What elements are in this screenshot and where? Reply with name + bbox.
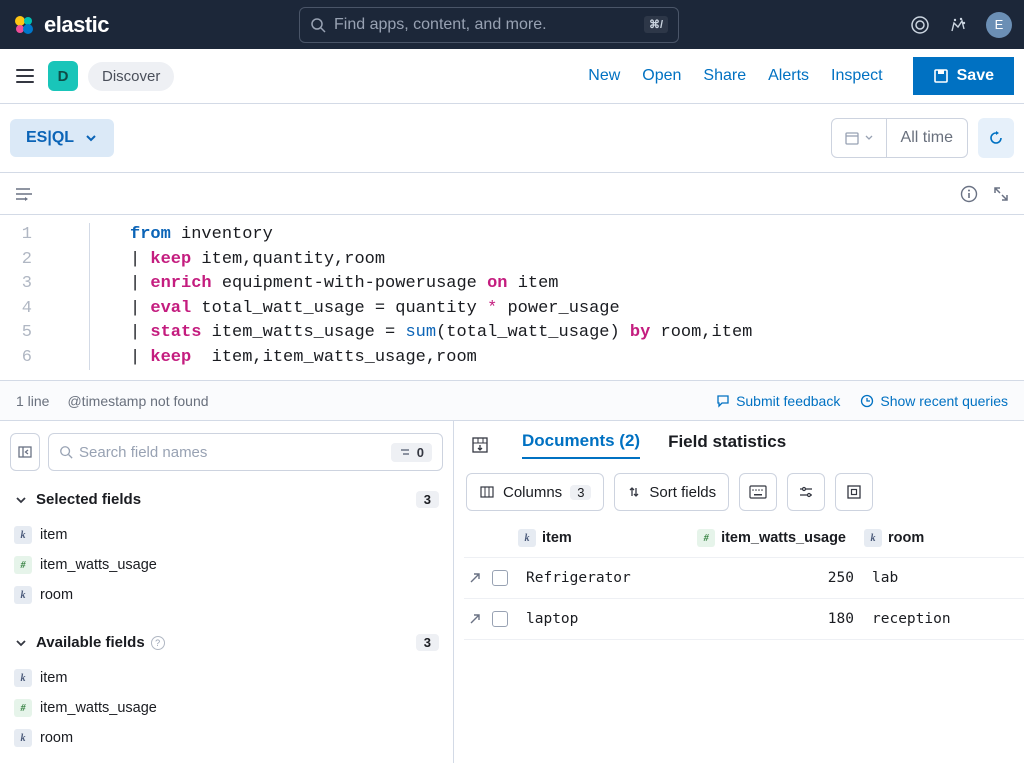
- fields-search-input[interactable]: Search field names 0: [48, 433, 443, 471]
- results-panel: Documents (2) Field statistics Columns 3…: [454, 421, 1024, 763]
- field-item[interactable]: kroom: [10, 580, 443, 610]
- refresh-button[interactable]: [978, 118, 1014, 158]
- row-checkbox[interactable]: [492, 570, 508, 586]
- documents-tab[interactable]: Documents (2): [522, 431, 640, 459]
- expand-row-icon[interactable]: [468, 571, 482, 585]
- query-editor[interactable]: 123456 from inventory | keep item,quanti…: [0, 215, 1024, 381]
- line-gutter: 123456: [0, 223, 40, 370]
- submit-feedback-link[interactable]: Submit feedback: [716, 393, 840, 409]
- available-fields-header[interactable]: Available fields ? 3: [10, 628, 443, 657]
- breadcrumb[interactable]: Discover: [88, 62, 174, 91]
- language-switcher[interactable]: ES|QL: [10, 119, 114, 157]
- table-header: kitem #item_watts_usage kroom: [464, 523, 1024, 558]
- fullscreen-icon: [846, 484, 862, 500]
- refresh-icon: [988, 130, 1004, 146]
- field-item[interactable]: kitem: [10, 520, 443, 550]
- save-label: Save: [957, 67, 994, 85]
- sort-icon: [627, 485, 641, 499]
- help-icon[interactable]: ?: [151, 636, 165, 650]
- panel-collapse-icon: [17, 444, 33, 460]
- timestamp-status: @timestamp not found: [67, 393, 208, 409]
- search-icon: [310, 17, 326, 33]
- open-button[interactable]: Open: [642, 67, 681, 85]
- collapse-icon[interactable]: [992, 185, 1010, 203]
- language-label: ES|QL: [26, 129, 74, 147]
- app-badge[interactable]: D: [48, 61, 78, 91]
- chevron-down-icon: [14, 636, 28, 650]
- brand-logo[interactable]: elastic: [12, 12, 109, 38]
- display-options-button[interactable]: [787, 473, 825, 511]
- field-item[interactable]: kitem: [10, 663, 443, 693]
- download-csv-button[interactable]: [466, 431, 494, 459]
- chevron-down-icon: [864, 133, 874, 143]
- info-icon[interactable]: [960, 185, 978, 203]
- chevron-down-icon: [14, 493, 28, 507]
- available-count-badge: 3: [416, 634, 439, 651]
- alerts-button[interactable]: Alerts: [768, 67, 809, 85]
- chevron-down-icon: [84, 131, 98, 145]
- table-row[interactable]: laptop 180 reception: [464, 599, 1024, 640]
- toolbar-actions: New Open Share Alerts Inspect Save: [588, 57, 1014, 95]
- inspect-button[interactable]: Inspect: [831, 67, 883, 85]
- search-icon: [59, 445, 73, 459]
- comment-icon: [716, 394, 730, 408]
- search-placeholder: Find apps, content, and more.: [334, 16, 644, 34]
- field-statistics-tab[interactable]: Field statistics: [668, 432, 786, 458]
- density-button[interactable]: [739, 473, 777, 511]
- save-button[interactable]: Save: [913, 57, 1014, 95]
- code-content: from inventory | keep item,quantity,room…: [130, 223, 752, 370]
- calendar-icon: [844, 130, 860, 146]
- history-icon: [860, 394, 874, 408]
- time-label: All time: [887, 129, 967, 147]
- collapse-sidebar-button[interactable]: [10, 433, 40, 471]
- help-icon[interactable]: [910, 15, 930, 35]
- new-button[interactable]: New: [588, 67, 620, 85]
- expand-row-icon[interactable]: [468, 612, 482, 626]
- recent-queries-link[interactable]: Show recent queries: [860, 393, 1008, 409]
- field-item[interactable]: #item_watts_usage: [10, 550, 443, 580]
- field-item[interactable]: kroom: [10, 723, 443, 753]
- search-shortcut-badge: ⌘/: [644, 16, 668, 33]
- share-button[interactable]: Share: [703, 67, 746, 85]
- time-picker[interactable]: All time: [831, 118, 968, 158]
- user-avatar[interactable]: E: [986, 12, 1012, 38]
- query-bar: ES|QL All time: [0, 104, 1024, 173]
- newsfeed-icon[interactable]: [948, 15, 968, 35]
- nav-toggle-button[interactable]: [16, 69, 34, 83]
- download-grid-icon: [470, 435, 490, 455]
- global-search-input[interactable]: Find apps, content, and more. ⌘/: [299, 7, 679, 43]
- line-count: 1 line: [16, 393, 49, 409]
- columns-button[interactable]: Columns 3: [466, 473, 604, 511]
- elastic-logo-icon: [12, 13, 36, 37]
- keyboard-icon: [749, 485, 767, 499]
- sliders-icon: [798, 484, 814, 500]
- brand-name: elastic: [44, 12, 109, 38]
- table-row[interactable]: Refrigerator 250 lab: [464, 558, 1024, 599]
- app-toolbar: D Discover New Open Share Alerts Inspect…: [0, 49, 1024, 104]
- header-right-icons: E: [910, 12, 1012, 38]
- selected-count-badge: 3: [416, 491, 439, 508]
- selected-fields-header[interactable]: Selected fields 3: [10, 485, 443, 514]
- filter-icon: [399, 446, 411, 458]
- save-icon: [933, 68, 949, 84]
- columns-icon: [479, 484, 495, 500]
- wrap-lines-icon[interactable]: [14, 185, 34, 203]
- global-header: elastic Find apps, content, and more. ⌘/…: [0, 0, 1024, 49]
- fullscreen-button[interactable]: [835, 473, 873, 511]
- field-item[interactable]: #item_watts_usage: [10, 693, 443, 723]
- sort-fields-button[interactable]: Sort fields: [614, 473, 729, 511]
- editor-status-bar: 1 line @timestamp not found Submit feedb…: [0, 381, 1024, 421]
- editor-toolbar: [0, 173, 1024, 215]
- row-checkbox[interactable]: [492, 611, 508, 627]
- fields-sidebar: Search field names 0 Selected fields 3 k…: [0, 421, 454, 763]
